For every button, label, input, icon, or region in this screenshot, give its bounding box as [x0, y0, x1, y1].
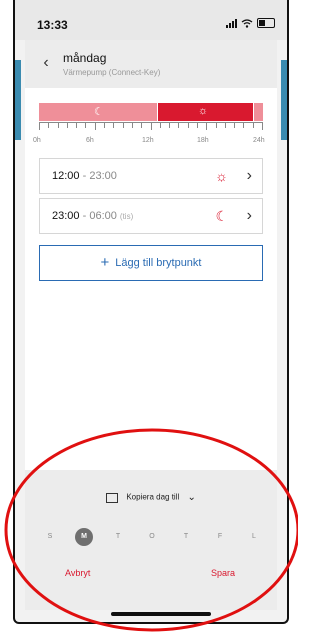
timeline-segment-night: ☾ — [39, 103, 157, 121]
end-time: 23:00 — [89, 170, 117, 182]
moon-icon: ☾ — [215, 208, 228, 224]
sun-icon: ☼ — [198, 105, 209, 117]
axis-label: 12h — [142, 137, 154, 144]
day-monday[interactable]: M — [75, 528, 93, 546]
chevron-right-icon[interactable]: › — [247, 207, 252, 225]
ruler-tick — [187, 123, 189, 128]
cancel-button[interactable]: Avbryt — [65, 568, 90, 578]
switchpoint-time: 23:00 - 06:00 (tis) — [52, 210, 133, 222]
ruler-tick — [94, 123, 96, 130]
copy-day-label: Kopiera dag till — [126, 492, 180, 502]
ruler-tick — [39, 123, 40, 130]
background-edge-right — [281, 60, 287, 140]
add-switchpoint-label: Lägg till brytpunkt — [115, 257, 202, 269]
ruler-tick — [113, 123, 115, 128]
weekday-selector: S M T O T F L — [41, 528, 261, 546]
start-time: 12:00 — [52, 170, 80, 182]
wifi-icon — [241, 18, 253, 28]
ruler-tick — [76, 123, 78, 128]
day-saturday[interactable]: L — [245, 528, 263, 546]
ruler-tick — [85, 123, 87, 128]
home-indicator — [111, 612, 211, 616]
ruler-tick — [169, 123, 171, 128]
ruler-tick — [159, 123, 161, 128]
ruler-tick — [57, 123, 59, 128]
status-icons — [226, 18, 275, 28]
ruler-tick — [224, 123, 226, 128]
ruler-tick — [178, 123, 180, 128]
copy-day-panel: Kopiera dag till ⌄ S M T O T F L Avbryt … — [25, 470, 277, 610]
signal-icon — [226, 18, 237, 28]
action-row: Avbryt Spara — [25, 568, 277, 582]
day-friday[interactable]: F — [211, 528, 229, 546]
schedule-sheet: ‹ måndag Värmepump (Connect-Key) ☾ ☼ 0h … — [25, 40, 277, 616]
end-time: 06:00 — [89, 210, 117, 222]
axis-label: 0h — [33, 137, 41, 144]
axis-label: 24h — [253, 137, 265, 144]
ruler-tick — [66, 123, 68, 128]
switchpoint-time: 12:00 - 23:00 — [52, 170, 117, 182]
ruler-tick — [252, 123, 254, 128]
timeline-ruler — [39, 122, 263, 135]
add-switchpoint-button[interactable]: + Lägg till brytpunkt — [39, 245, 263, 281]
ruler-tick — [48, 123, 50, 128]
ruler-tick — [104, 123, 106, 128]
header: ‹ måndag Värmepump (Connect-Key) — [25, 40, 277, 88]
start-time: 23:00 — [52, 210, 80, 222]
ruler-tick — [122, 123, 124, 128]
plus-icon: + — [100, 254, 110, 271]
axis-label: 6h — [86, 137, 94, 144]
ruler-tick — [215, 123, 217, 128]
day-tuesday[interactable]: T — [109, 528, 127, 546]
battery-icon — [257, 18, 275, 28]
ruler-tick — [206, 123, 208, 130]
day-timeline: ☾ ☼ — [39, 103, 263, 121]
status-bar: 13:33 — [15, 0, 287, 40]
switchpoint-row[interactable]: 23:00 - 06:00 (tis) ☾ › — [39, 198, 263, 234]
ruler-tick — [234, 123, 236, 128]
status-time: 13:33 — [37, 18, 68, 32]
back-button[interactable]: ‹ — [37, 54, 55, 72]
save-button[interactable]: Spara — [211, 568, 235, 578]
day-thursday[interactable]: T — [177, 528, 195, 546]
sun-icon: ☼ — [215, 168, 228, 184]
ruler-tick — [141, 123, 143, 128]
device-name: Värmepump (Connect-Key) — [63, 68, 161, 77]
day-wednesday[interactable]: O — [143, 528, 161, 546]
ruler-tick — [131, 123, 133, 128]
copy-icon — [106, 492, 119, 503]
timeline-segment-night — [254, 103, 263, 121]
axis-label: 18h — [197, 137, 209, 144]
day-sunday[interactable]: S — [41, 528, 59, 546]
time-separator: - — [82, 170, 87, 182]
page-title: måndag — [63, 51, 107, 65]
ruler-tick — [243, 123, 245, 128]
chevron-right-icon[interactable]: › — [247, 167, 252, 185]
moon-icon: ☾ — [94, 106, 104, 118]
background-edge-left — [15, 60, 21, 140]
phone-frame: 13:33 ‹ måndag Värmepump (Connect-Key) ☾… — [13, 0, 289, 624]
ruler-tick — [196, 123, 198, 128]
timeline-segment-day: ☼ — [158, 103, 253, 121]
ruler-tick — [150, 123, 152, 130]
next-day-tag: (tis) — [119, 212, 134, 221]
chevron-down-icon: ⌄ — [187, 492, 196, 503]
timeline-axis-labels: 0h 6h 12h 18h 24h — [33, 137, 273, 147]
time-separator: - — [82, 210, 87, 222]
switchpoint-row[interactable]: 12:00 - 23:00 ☼ › — [39, 158, 263, 194]
copy-day-dropdown[interactable]: Kopiera dag till ⌄ — [25, 492, 277, 503]
ruler-tick — [262, 123, 263, 130]
